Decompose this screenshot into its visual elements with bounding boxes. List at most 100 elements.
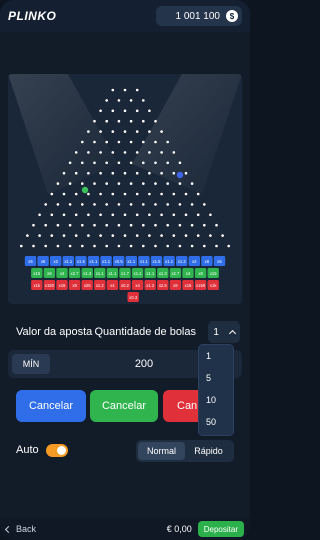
ball-blue [176,171,184,179]
board-peg [160,171,163,175]
board-peg [184,192,188,196]
board-peg [81,161,84,165]
board-peg [87,213,90,217]
board-peg [74,192,78,196]
multiplier-label: x2.7 [171,271,180,276]
board-peg [172,192,176,196]
board-peg [148,234,151,237]
multiplier-label: x1k [34,283,41,288]
board-peg [123,109,127,113]
board-peg [215,244,218,248]
board-peg [123,213,127,217]
board-peg [154,223,157,227]
multiplier-label: x1.1 [64,259,73,264]
spotlight-left [8,74,118,194]
dropdown-option[interactable]: 1 [199,345,233,367]
board-peg [99,213,102,217]
board-peg [166,182,169,185]
board-peg [178,223,182,227]
board-peg [44,203,47,206]
board-peg [74,171,78,175]
board-peg [196,213,200,217]
bet-amount-label: Valor da aposta [16,326,93,338]
dropdown-option[interactable]: 10 [199,389,233,411]
board-peg [117,119,121,123]
board-peg [111,130,115,133]
speed-normal-button[interactable]: Normal [138,442,185,460]
multiplier-label: x150 [196,283,206,288]
min-button[interactable]: MÍN [12,354,50,374]
board-peg [135,171,139,175]
multiplier-label: x6 [41,259,46,264]
board-peg [135,234,139,237]
auto-toggle[interactable] [46,444,68,457]
dropdown-option[interactable]: 5 [199,367,233,389]
footer-right: € 0,00 Depositar [167,521,244,537]
multiplier-label: x1.7 [121,271,130,276]
board-peg [62,213,66,217]
board-peg [68,223,72,227]
board-peg [203,203,206,206]
balance-display[interactable]: 1 001 100 $ [156,6,242,26]
multiplier-label: x1.1 [140,259,149,264]
board-peg [56,223,60,227]
multiplier-label: x1.1 [165,259,174,264]
multiplier-label: x16 [59,283,66,288]
multiplier-label: x2.7 [71,271,80,276]
auto-row: Auto Normal Rápido [8,440,242,462]
board-peg [154,182,157,185]
board-peg [172,234,176,237]
board-peg [117,203,121,206]
board-peg [129,140,133,144]
multiplier-label: x1.5 [153,259,162,264]
ball-quantity-select[interactable]: 1 [208,321,240,343]
board-peg [105,99,108,102]
board-peg [196,192,200,196]
board-peg [172,151,176,154]
board-peg [117,244,121,248]
back-button[interactable]: Back [4,524,36,534]
board-peg [38,213,41,217]
board-peg [105,140,108,144]
cancel-button-green[interactable]: Cancelar [90,390,158,422]
board-peg [123,171,127,175]
multiplier-label: x1.1 [90,259,99,264]
board-peg [184,213,188,217]
board-peg [135,109,139,113]
speed-fast-button[interactable]: Rápido [185,442,232,460]
board-peg [135,88,139,92]
board-peg [148,213,151,217]
board-peg [56,182,60,185]
board-peg [81,203,84,206]
board-peg [148,151,151,154]
top-bar: PLINKO 1 001 100 $ [0,0,250,32]
board-peg [62,171,66,175]
multiplier-label: x1.1 [96,271,105,276]
board-peg [93,140,96,144]
board-peg [26,234,29,237]
multiplier-label: x0.5 [115,259,124,264]
multiplier-label: x2 [192,259,197,264]
board-peg [166,244,169,248]
board-peg [74,213,78,217]
board-peg [123,234,127,237]
board-peg [111,109,115,113]
board-peg [81,223,84,227]
board-peg [160,234,163,237]
board-peg [87,171,90,175]
board-peg [87,130,90,133]
multiplier-label: x8 [47,271,52,276]
cancel-button-blue[interactable]: Cancelar [16,390,86,422]
board-peg [154,203,157,206]
board-peg [111,234,115,237]
board-peg [154,119,157,123]
board-peg [160,213,163,217]
board-peg [148,109,151,113]
board-peg [142,223,145,227]
dropdown-option[interactable]: 50 [199,411,233,433]
board-peg [105,161,108,165]
board-peg [111,213,115,217]
deposit-button[interactable]: Depositar [197,521,244,537]
board-peg [68,182,72,185]
multiplier-label: x1.1 [127,259,136,264]
